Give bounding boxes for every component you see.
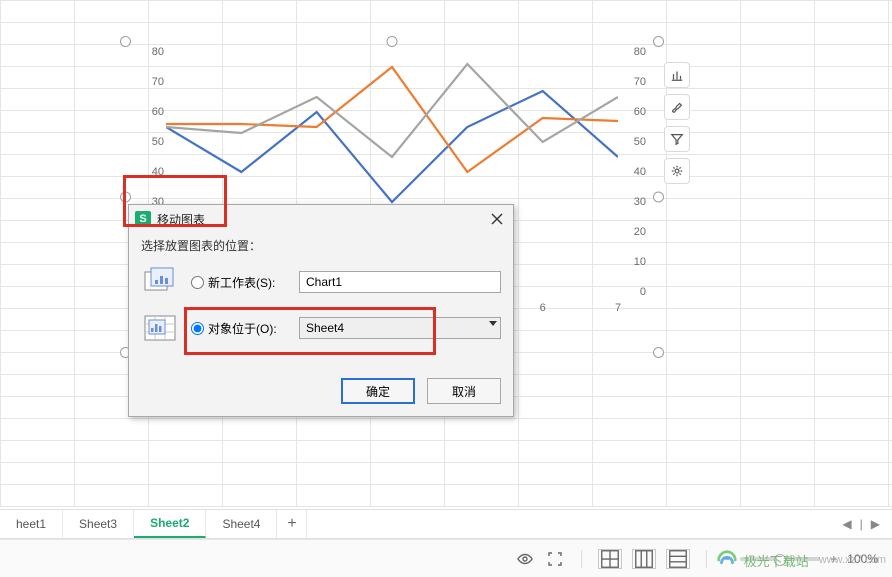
tab-nav-sep: | [860,517,863,531]
view-mode-group [598,549,690,569]
eye-icon [517,551,533,567]
move-chart-dialog: S 移动图表 选择放置图表的位置： 新工作表(S): 对象位于(O): [128,204,514,417]
object-in-value: Sheet4 [299,317,501,339]
chart-filter-button[interactable] [664,126,690,152]
zoom-control[interactable]: − + 100% [723,552,878,566]
focus-icon [547,551,563,567]
dialog-title: 移动图表 [157,211,485,228]
rows-icon [667,548,689,570]
zoom-slider[interactable] [740,557,820,561]
tab-nav: ◀ | ▶ [830,510,892,538]
view-page[interactable] [632,549,656,569]
radio-object-in[interactable]: 对象位于(O): [191,320,289,337]
gear-icon [670,164,684,178]
funnel-icon [670,132,684,146]
new-sheet-name-input[interactable] [299,271,501,293]
chart-styles-button[interactable] [664,94,690,120]
object-in-select[interactable]: Sheet4 [299,317,501,339]
app-icon: S [135,211,151,227]
sheet-tab-bar: heet1Sheet3Sheet2Sheet4 + ◀ | ▶ [0,509,892,539]
tab-nav-prev[interactable]: ◀ [842,517,851,531]
grid-icon [599,548,621,570]
brush-icon [670,100,684,114]
dialog-titlebar[interactable]: S 移动图表 [129,205,513,233]
chevron-down-icon [489,321,497,326]
radio-object-in-label: 对象位于(O): [208,320,277,337]
chart-tools [664,62,690,184]
resize-handle-tr[interactable] [653,36,664,47]
chart-elements-button[interactable] [664,62,690,88]
cancel-button[interactable]: 取消 [427,378,501,404]
close-icon [491,213,503,225]
eye-toggle[interactable] [515,549,535,569]
radio-new-sheet[interactable]: 新工作表(S): [191,274,289,291]
add-sheet-button[interactable]: + [277,510,307,538]
close-button[interactable] [485,209,509,229]
tab-nav-next[interactable]: ▶ [871,517,880,531]
sheet-tab-sheet4[interactable]: Sheet4 [206,510,277,538]
radio-new-sheet-label: 新工作表(S): [208,274,275,291]
option-object-in-row: 对象位于(O): Sheet4 [141,310,501,346]
resize-handle-tm[interactable] [387,36,398,47]
resize-handle-br[interactable] [653,347,664,358]
zoom-out[interactable]: − [723,552,730,566]
zoom-text[interactable]: 100% [847,552,878,566]
x-category-label: 6 [540,302,546,314]
new-sheet-icon [141,264,181,300]
object-in-icon [141,310,181,346]
status-bar: − + 100% [0,539,892,577]
sheet-tab-heet1[interactable]: heet1 [0,510,63,538]
option-new-sheet-row: 新工作表(S): [141,264,501,300]
ok-button[interactable]: 确定 [341,378,415,404]
view-break[interactable] [666,549,690,569]
dialog-prompt: 选择放置图表的位置： [141,237,501,254]
resize-handle-tl[interactable] [120,36,131,47]
x-category-label: 7 [615,302,621,314]
columns-icon [633,548,655,570]
sheet-tab-sheet3[interactable]: Sheet3 [63,510,134,538]
focus-toggle[interactable] [545,549,565,569]
view-normal[interactable] [598,549,622,569]
bar-chart-icon [670,68,684,82]
zoom-in[interactable]: + [830,552,837,566]
chart-settings-button[interactable] [664,158,690,184]
sheet-tab-sheet2[interactable]: Sheet2 [134,510,206,538]
